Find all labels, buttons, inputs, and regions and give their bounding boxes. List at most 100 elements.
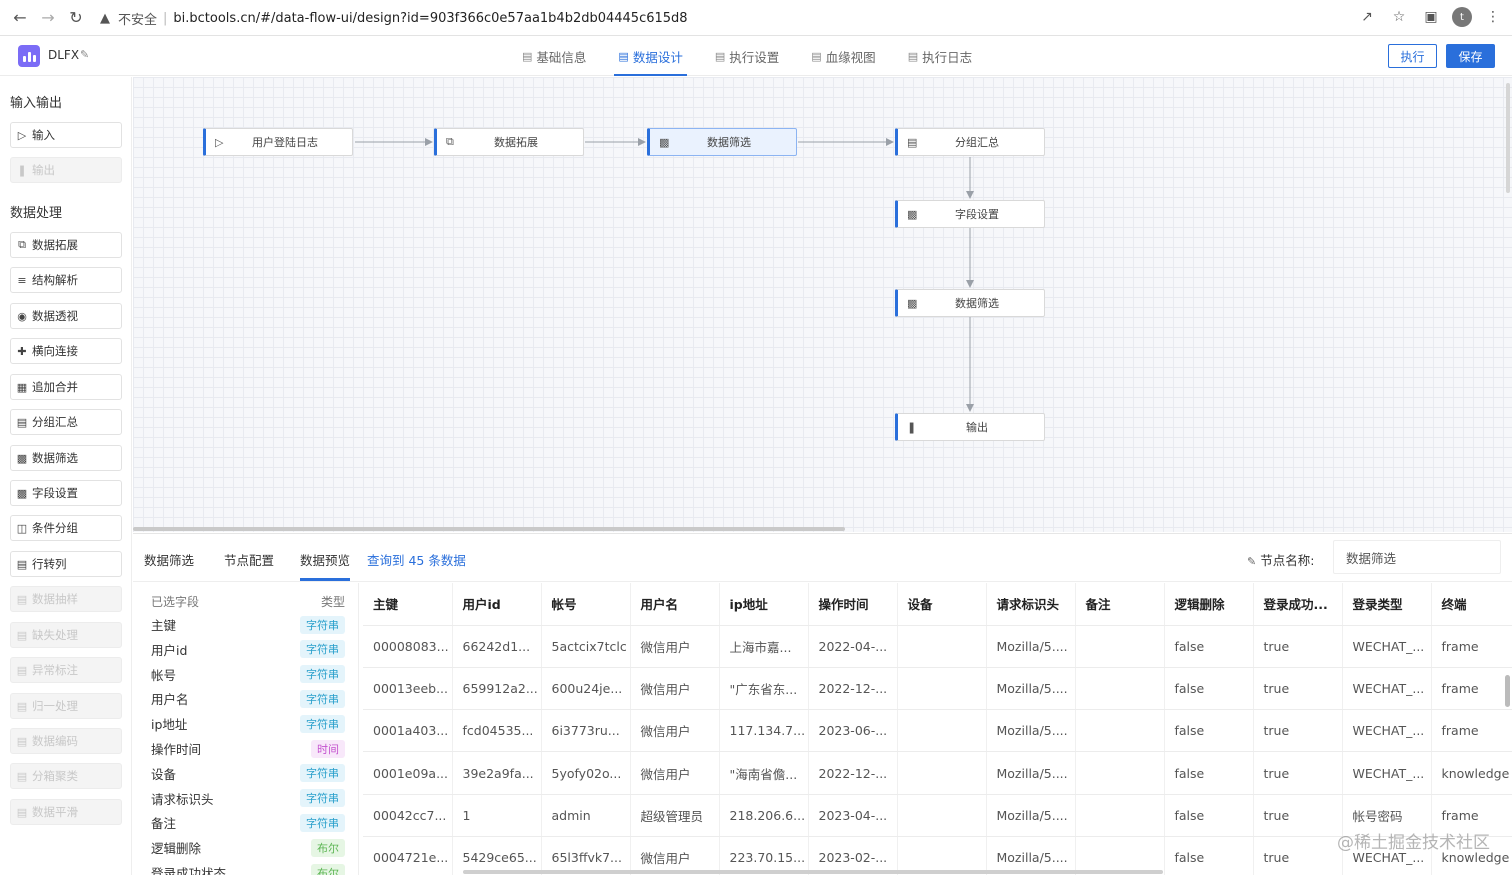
field-type-badge: 字符串	[300, 640, 345, 659]
palette-item-label: 分组汇总	[32, 415, 78, 429]
field-type-badge: 字符串	[300, 789, 345, 808]
forward-icon[interactable]: →	[34, 4, 62, 32]
table-column-header[interactable]: 用户id	[452, 583, 542, 626]
tab-exec-settings[interactable]: ▤ 执行设置	[699, 36, 795, 76]
table-row[interactable]: 0001a403... fcd04535... 6i3773ru... 微信用户 117…	[363, 709, 1512, 753]
table-column-header[interactable]: 登录成功...	[1253, 583, 1343, 626]
flow-node-filter-2[interactable]: ▩ 数据筛选	[895, 289, 1045, 317]
palette-item-smooth[interactable]: ▤ 数据平滑	[10, 799, 122, 825]
palette-item-parse[interactable]: ≡ 结构解析	[10, 267, 122, 293]
palette-item-groupby[interactable]: ▤ 分组汇总	[10, 409, 122, 435]
table-column-header[interactable]: ip地址	[719, 583, 809, 626]
table-column-header[interactable]: 用户名	[630, 583, 720, 626]
palette-item-label: 数据编码	[32, 734, 78, 748]
palette-item-fields[interactable]: ▩ 字段设置	[10, 480, 122, 506]
field-name: 请求标识头	[151, 791, 214, 807]
field-name: 用户名	[151, 692, 189, 708]
profile-avatar[interactable]: t	[1452, 7, 1472, 27]
palette-item-label: 数据平滑	[32, 805, 78, 819]
sliders-icon: ≡	[17, 273, 27, 287]
table-cell	[897, 709, 987, 753]
palette-item-join[interactable]: ✚ 横向连接	[10, 338, 122, 364]
table-column-header[interactable]: 主键	[363, 583, 453, 626]
palette-item-filter[interactable]: ▩ 数据筛选	[10, 445, 122, 471]
field-row: ip地址 字符串	[151, 714, 345, 733]
canvas-vertical-scrollbar[interactable]	[1506, 83, 1510, 193]
more-menu-icon[interactable]: ⋮	[1482, 6, 1504, 28]
table-column-header[interactable]: 帐号	[541, 583, 631, 626]
edit-name-icon[interactable]: ✎	[80, 48, 89, 61]
palette-item-label: 数据拓展	[32, 238, 78, 252]
table-horizontal-scrollbar[interactable]	[463, 870, 1163, 874]
palette-item-expand[interactable]: ⧉ 数据拓展	[10, 232, 122, 258]
tab-data-preview[interactable]: 数据预览	[300, 550, 351, 581]
table-column-header[interactable]: 设备	[897, 583, 987, 626]
table-cell: 0004721e...	[363, 836, 453, 875]
table-cell: true	[1253, 794, 1343, 837]
share-icon[interactable]: ↗	[1356, 6, 1378, 28]
table-cell: Mozilla/5....	[986, 794, 1076, 837]
flow-node-filter-1[interactable]: ▩ 数据筛选	[647, 128, 797, 156]
tab-lineage-view[interactable]: ▤ 血缘视图	[795, 36, 891, 76]
tab-data-design[interactable]: ▤ 数据设计	[602, 36, 698, 76]
table-vertical-scrollbar[interactable]	[1505, 675, 1510, 707]
palette-item-output[interactable]: ❚ 输出	[10, 157, 122, 183]
star-icon[interactable]: ☆	[1388, 6, 1410, 28]
tab-node-config[interactable]: 节点配置	[224, 550, 274, 569]
table-cell: 微信用户	[630, 751, 720, 795]
palette-item-row2col[interactable]: ▤ 行转列	[10, 551, 122, 577]
sidepanel-icon[interactable]: ▣	[1420, 6, 1442, 28]
palette-item-encode[interactable]: ▤ 数据编码	[10, 728, 122, 754]
tab-basic-info[interactable]: ▤ 基础信息	[506, 36, 602, 76]
calendar-icon: ▦	[16, 380, 28, 394]
palette-item-anomaly[interactable]: ▤ 异常标注	[10, 657, 122, 683]
table-column-header[interactable]: 请求标识头	[986, 583, 1076, 626]
palette-item-condgroup[interactable]: ◫ 条件分组	[10, 515, 122, 541]
flow-canvas[interactable]: ▷ 用户登陆日志 ⧉ 数据拓展 ▩ 数据筛选 ▤ 分组汇总 ▩ 字段设置 ▩ 数据筛选 ❚ 输…	[133, 77, 1512, 532]
table-cell: 2023-04-...	[808, 794, 898, 837]
table-cell: false	[1164, 751, 1254, 795]
proc-section-title: 数据处理	[10, 206, 63, 221]
table-row[interactable]: 00013eeb... 659912a2... 600u24je... 微信用户 "广东…	[363, 667, 1512, 711]
palette-item-pivot[interactable]: ◉ 数据透视	[10, 303, 122, 329]
table-column-header[interactable]: 操作时间	[808, 583, 898, 626]
back-icon[interactable]: ←	[6, 4, 34, 32]
table-column-header[interactable]: 逻辑删除	[1164, 583, 1254, 626]
field-row: 操作时间 时间	[151, 739, 345, 758]
node-name-input[interactable]: 数据筛选	[1333, 540, 1501, 574]
flow-node-groupby[interactable]: ▤ 分组汇总	[895, 128, 1045, 156]
tab-filter[interactable]: 数据筛选	[144, 550, 194, 569]
palette-item-append[interactable]: ▦ 追加合并	[10, 374, 122, 400]
table-column-header[interactable]: 终端	[1431, 583, 1512, 626]
reload-icon[interactable]: ↻	[62, 4, 90, 32]
node-label: 数据筛选	[955, 297, 999, 310]
table-column-header[interactable]: 登录类型	[1342, 583, 1432, 626]
palette-item-label: 结构解析	[32, 273, 78, 287]
palette-item-missing[interactable]: ▤ 缺失处理	[10, 622, 122, 648]
palette-item-sample[interactable]: ▤ 数据抽样	[10, 586, 122, 612]
copy-icon: ⧉	[446, 135, 454, 148]
flow-node-fields[interactable]: ▩ 字段设置	[895, 200, 1045, 228]
flow-node-output[interactable]: ❚ 输出	[895, 413, 1045, 441]
palette-item-normalize[interactable]: ▤ 归一处理	[10, 693, 122, 719]
table-row[interactable]: 00008083... 66242d1... 5actcix7tclc 微信用户 上海市…	[363, 625, 1512, 668]
pause-circle-icon: ❚	[907, 420, 917, 434]
field-row: 逻辑删除 布尔	[151, 838, 345, 857]
palette-item-input[interactable]: ▷ 输入	[10, 122, 122, 148]
run-button[interactable]: 执行	[1388, 44, 1437, 68]
address-bar[interactable]: ▲ 不安全 | bi.bctools.cn/#/data-flow-ui/des…	[100, 5, 1410, 31]
canvas-horizontal-scrollbar[interactable]	[133, 527, 845, 531]
tab-exec-log[interactable]: ▤ 执行日志	[892, 36, 988, 76]
table-column-header[interactable]: 备注	[1075, 583, 1165, 626]
palette-item-label: 字段设置	[32, 486, 78, 500]
flow-node-source[interactable]: ▷ 用户登陆日志	[203, 128, 353, 156]
flow-node-expand[interactable]: ⧉ 数据拓展	[434, 128, 584, 156]
table-row[interactable]: 0001e09a... 39e2a9fa... 5yofy02o... 微信用户 "海南…	[363, 751, 1512, 795]
save-button[interactable]: 保存	[1446, 44, 1495, 68]
palette-item-binning[interactable]: ▤ 分箱聚类	[10, 763, 122, 789]
palette-item-label: 缺失处理	[32, 628, 78, 642]
field-type-badge: 字符串	[300, 764, 345, 783]
tab-label: 执行日志	[922, 49, 973, 65]
url-text[interactable]: bi.bctools.cn/#/data-flow-ui/design?id=9…	[173, 11, 687, 26]
query-result-count: 查询到 45 条数据	[367, 553, 466, 568]
